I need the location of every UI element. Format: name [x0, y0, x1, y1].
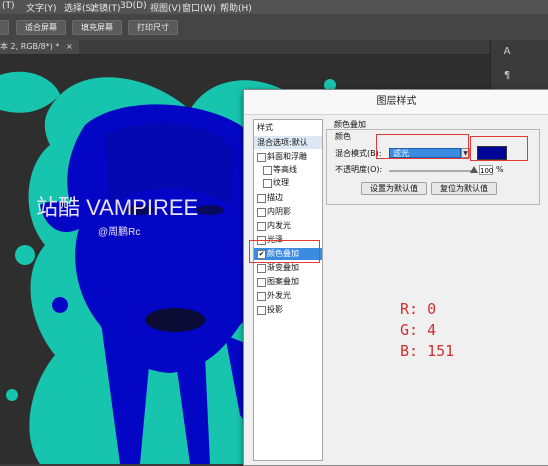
rgb-r-label: R: — [400, 300, 419, 318]
style-item-outer-glow[interactable]: 外发光 — [254, 290, 322, 302]
style-item-label: 投影 — [267, 305, 283, 314]
style-item-label: 图案叠加 — [267, 277, 299, 286]
checkbox[interactable] — [257, 153, 266, 162]
opacity-unit: % — [496, 165, 504, 174]
style-item-label: 纹理 — [273, 178, 289, 187]
dialog-title: 图层样式 — [244, 90, 548, 115]
style-item-stroke[interactable]: 描边 — [254, 192, 322, 204]
checkbox[interactable] — [263, 179, 272, 188]
rgb-g-label: G: — [400, 321, 419, 339]
artwork-credit: @周鹏Rc — [98, 225, 140, 238]
rgb-b-value: 151 — [427, 342, 455, 360]
reset-default-button[interactable]: 复位为默认值 — [431, 182, 497, 195]
style-list: 样式 混合选项:默认 斜面和浮雕 等高线 纹理 描边 内阴影 内发光 光泽 ✔ … — [253, 119, 323, 461]
menu-item-help[interactable]: 帮助(H) — [220, 1, 252, 14]
character-icon[interactable]: A — [501, 46, 513, 58]
subgroup-title: 颜色 — [335, 132, 351, 141]
rgb-g-line: G: 4 — [400, 321, 436, 339]
checkbox[interactable] — [257, 278, 266, 287]
checkbox[interactable] — [257, 194, 266, 203]
menu-item-window[interactable]: 窗口(W) — [182, 1, 216, 14]
document-tab-bar: 本 2, RGB/8*) * × — [0, 40, 490, 55]
style-item-inner-glow[interactable]: 内发光 — [254, 220, 322, 232]
checkbox[interactable] — [257, 264, 266, 273]
document-tab-label: 本 2, RGB/8*) * — [0, 42, 60, 51]
style-item-drop-shadow[interactable]: 投影 — [254, 304, 322, 316]
style-item-gradient-overlay[interactable]: 渐变叠加 — [254, 262, 322, 274]
checkbox[interactable] — [263, 166, 272, 175]
style-item-label: 描边 — [267, 193, 283, 202]
styles-header[interactable]: 样式 — [257, 122, 273, 133]
checkbox[interactable] — [257, 222, 266, 231]
blend-mode-label: 混合模式(B): — [335, 149, 382, 158]
checkbox[interactable] — [257, 208, 266, 217]
document-tab[interactable]: 本 2, RGB/8*) * × — [0, 40, 79, 54]
style-item-inner-shadow[interactable]: 内阴影 — [254, 206, 322, 218]
checkbox[interactable] — [257, 306, 266, 315]
blend-options-item[interactable]: 混合选项:默认 — [254, 136, 322, 149]
opacity-slider[interactable] — [389, 166, 478, 173]
rgb-r-value: 0 — [427, 300, 437, 318]
options-bar-partial — [0, 20, 9, 35]
fit-screen-button[interactable]: 适合屏幕 — [16, 20, 66, 35]
style-item-label: 渐变叠加 — [267, 263, 299, 272]
highlight-color-swatch — [470, 136, 528, 161]
style-item-label: 等高线 — [273, 165, 297, 174]
style-item-label: 内阴影 — [267, 207, 291, 216]
menu-item[interactable]: (T) — [2, 1, 15, 11]
menu-item-type[interactable]: 文字(Y) — [26, 1, 57, 14]
paragraph-icon[interactable]: ¶ — [501, 70, 513, 82]
rgb-g-value: 4 — [427, 321, 437, 339]
opacity-label: 不透明度(O): — [335, 165, 383, 174]
color-overlay-panel: 颜色叠加 颜色 混合模式(B): 滤光 ▼ 不透明度(O): 100 % 设置为… — [326, 119, 544, 459]
opacity-input[interactable]: 100 — [479, 165, 493, 175]
style-item-bevel-emboss[interactable]: 斜面和浮雕 — [254, 151, 322, 163]
style-item-label: 内发光 — [267, 221, 291, 230]
highlight-color-overlay-item — [249, 240, 320, 263]
fill-screen-button[interactable]: 填充屏幕 — [72, 20, 122, 35]
tab-close-icon[interactable]: × — [66, 42, 73, 51]
menu-item-3d[interactable]: 3D(D) — [120, 1, 147, 11]
menu-item-view[interactable]: 视图(V) — [150, 1, 181, 14]
checkbox[interactable] — [257, 292, 266, 301]
style-item-contour[interactable]: 等高线 — [254, 164, 322, 176]
style-item-label: 外发光 — [267, 291, 291, 300]
options-bar: 适合屏幕 填充屏幕 打印尺寸 — [0, 14, 548, 41]
rgb-r-line: R: 0 — [400, 300, 436, 318]
style-item-pattern-overlay[interactable]: 图案叠加 — [254, 276, 322, 288]
slider-thumb[interactable] — [470, 166, 478, 173]
artwork-title: 站酷 VAMPIREE — [36, 195, 198, 220]
print-size-button[interactable]: 打印尺寸 — [128, 20, 178, 35]
set-default-button[interactable]: 设置为默认值 — [361, 182, 427, 195]
style-item-texture[interactable]: 纹理 — [254, 177, 322, 189]
rgb-b-label: B: — [400, 342, 419, 360]
highlight-blend-mode — [376, 134, 469, 159]
style-item-label: 斜面和浮雕 — [267, 152, 307, 161]
menu-item-filter[interactable]: 滤镜(T) — [90, 1, 121, 14]
menu-bar: (T) 文字(Y) 选择(S) 滤镜(T) 3D(D) 视图(V) 窗口(W) … — [0, 0, 548, 14]
rgb-b-line: B: 151 — [400, 342, 454, 360]
